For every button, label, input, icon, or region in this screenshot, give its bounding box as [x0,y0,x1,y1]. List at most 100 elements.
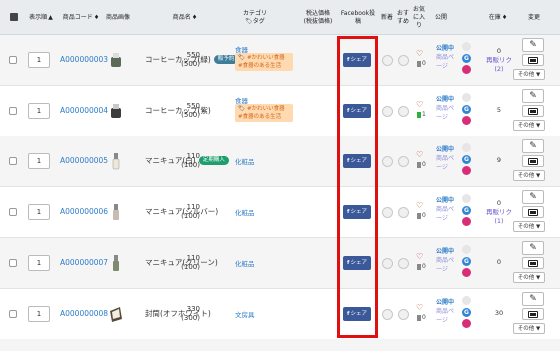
product-page-link[interactable]: 商品ページ [436,53,458,71]
resale-request-link[interactable]: 再販リク(1) [486,208,512,226]
table-row: 1 A000000005 マニキュア(白) 定期購入 化粧品 110 (100) fシェア ♡ 0… [0,136,560,187]
google-icon[interactable]: G [462,308,471,317]
product-thumbnail[interactable] [108,51,124,69]
instagram-icon[interactable] [462,217,471,226]
more-dropdown[interactable]: その他 ▼ [513,323,545,334]
edit-button[interactable]: ✎ [522,292,544,306]
new-toggle[interactable] [382,207,393,218]
order-input[interactable]: 1 [28,103,50,119]
category-link[interactable]: 文房具 [235,309,255,319]
row-checkbox[interactable] [9,157,17,165]
google-icon[interactable]: G [462,105,471,114]
header-price-sub: (税抜価格) [303,17,333,25]
image-button[interactable] [522,54,544,66]
product-name-text: コーヒーカップ(緑) [145,55,211,64]
header-name[interactable]: 商品名 ♦ [160,0,210,35]
order-input[interactable]: 1 [28,204,50,220]
row-checkbox[interactable] [9,56,17,64]
category-link[interactable]: 化粧品 [235,156,255,166]
table-header: 表示順 ▲ 商品コード ♦ 商品画像 商品名 ♦ カテゴリ 🏷 タグ 税込価格 (税抜価… [0,0,560,35]
order-input[interactable]: 1 [28,153,50,169]
row-checkbox[interactable] [9,107,17,115]
product-page-link[interactable]: 商品ページ [436,307,458,325]
instagram-icon[interactable] [462,319,471,328]
more-dropdown[interactable]: その他 ▼ [513,120,545,131]
row-checkbox[interactable] [9,259,17,267]
recommend-toggle[interactable] [398,258,409,269]
category-link[interactable]: 化粧品 [235,207,255,217]
order-input[interactable]: 1 [28,52,50,68]
resale-request-link[interactable]: 再販リク(2) [486,56,512,74]
tag-item[interactable]: #食器のある生活 [238,63,281,69]
image-button[interactable] [522,257,544,269]
row-checkbox[interactable] [9,310,17,318]
product-page-link[interactable]: 商品ページ [436,104,458,122]
product-thumbnail[interactable] [108,152,124,170]
google-icon[interactable]: G [462,155,471,164]
tag-item[interactable]: #食器のある生活 [238,114,281,120]
tag-item[interactable]: #かわいい食器 [247,55,285,61]
product-page-link[interactable]: 商品ページ [436,205,458,223]
product-code-link[interactable]: A000000004 [60,106,108,115]
edit-button[interactable]: ✎ [522,139,544,153]
product-code-link[interactable]: A000000008 [60,309,108,318]
instagram-icon[interactable] [462,116,471,125]
header-code[interactable]: 商品コード ♦ [60,0,102,35]
tag-list: 🏷 #かわいい食器 #食器のある生活 [235,104,293,122]
recommend-toggle[interactable] [398,55,409,66]
order-input[interactable]: 1 [28,306,50,322]
recommend-toggle[interactable] [398,207,409,218]
product-thumbnail[interactable] [108,203,124,221]
recommend-toggle[interactable] [398,309,409,320]
google-icon[interactable]: G [462,206,471,215]
instagram-icon[interactable] [462,65,471,74]
new-toggle[interactable] [382,55,393,66]
edit-button[interactable]: ✎ [522,190,544,204]
header-publish-label: 公開 [434,13,447,21]
google-icon[interactable]: G [462,54,471,63]
select-all-checkbox[interactable] [10,13,18,21]
image-button[interactable] [522,155,544,167]
google-icon[interactable]: G [462,257,471,266]
product-page-link[interactable]: 商品ページ [436,256,458,274]
price-incl-tax: 110 [186,203,200,211]
header-stock[interactable]: 在庫 ♦ [484,0,512,35]
instagram-icon[interactable] [462,268,471,277]
favorite-count: 0 [417,60,426,67]
edit-button[interactable]: ✎ [522,241,544,255]
edit-button[interactable]: ✎ [522,89,544,103]
product-table: 表示順 ▲ 商品コード ♦ 商品画像 商品名 ♦ カテゴリ 🏷 タグ 税込価格 (税抜価… [0,0,560,351]
header-favorite-label: お気に入り [413,5,426,29]
recommend-toggle[interactable] [398,106,409,117]
product-page-link[interactable]: 商品ページ [436,154,458,172]
header-order[interactable]: 表示順 ▲ [26,0,56,35]
edit-button[interactable]: ✎ [522,38,544,52]
pencil-icon: ✎ [529,91,537,101]
product-thumbnail[interactable] [108,102,124,120]
image-button[interactable] [522,206,544,218]
category-link[interactable]: 化粧品 [235,258,255,268]
product-code-link[interactable]: A000000007 [60,258,108,267]
product-thumbnail[interactable] [108,254,124,272]
more-dropdown[interactable]: その他 ▼ [513,69,545,80]
new-toggle[interactable] [382,106,393,117]
new-toggle[interactable] [382,309,393,320]
row-checkbox[interactable] [9,208,17,216]
more-dropdown[interactable]: その他 ▼ [513,170,545,181]
instagram-icon[interactable] [462,166,471,175]
product-code-link[interactable]: A000000003 [60,55,108,64]
image-button[interactable] [522,105,544,117]
new-toggle[interactable] [382,258,393,269]
product-thumbnail[interactable] [108,305,124,323]
more-dropdown[interactable]: その他 ▼ [513,221,545,232]
image-button[interactable] [522,308,544,320]
new-toggle[interactable] [382,156,393,167]
order-input[interactable]: 1 [28,255,50,271]
product-code-link[interactable]: A000000006 [60,207,108,216]
recommend-toggle[interactable] [398,156,409,167]
favorite-count-value: 0 [422,161,426,168]
more-dropdown[interactable]: その他 ▼ [513,272,545,283]
product-code-link[interactable]: A000000005 [60,156,108,165]
tag-item[interactable]: #かわいい食器 [247,106,285,112]
publish-status-label: 公開中 [436,248,455,255]
